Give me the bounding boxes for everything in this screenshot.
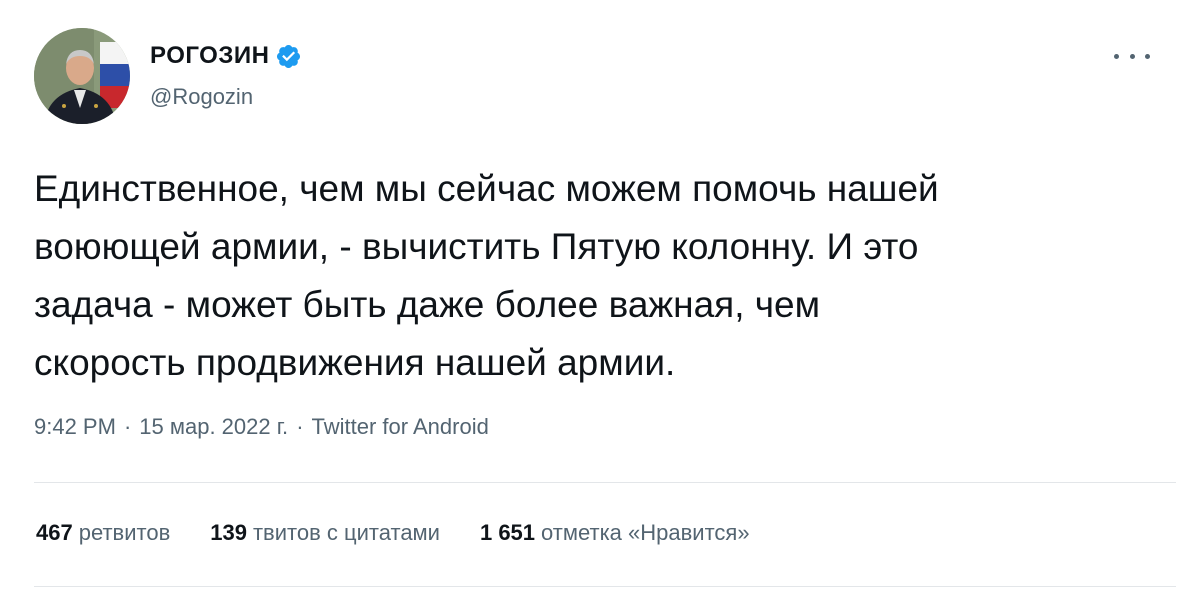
meta-separator: ·: [296, 414, 304, 439]
quotes-count: 139: [210, 520, 247, 545]
tweet-card: РОГОЗИН @Rogozin Единственное, чем мы се…: [0, 0, 1200, 606]
avatar-image: [34, 28, 130, 124]
tweet-meta: 9:42 PM · 15 мар. 2022 г. · Twitter for …: [34, 414, 489, 440]
likes-count: 1 651: [479, 520, 536, 545]
more-dot: [1145, 53, 1150, 59]
likes-stat[interactable]: 1 651 отметка «Нравится»: [480, 520, 750, 546]
tweet-date[interactable]: 15 мар. 2022 г.: [139, 414, 288, 440]
tweet-client[interactable]: Twitter for Android: [312, 414, 489, 440]
avatar[interactable]: [34, 28, 130, 124]
retweets-label: ретвитов: [78, 520, 171, 545]
author-name-text: РОГОЗИН: [150, 42, 270, 69]
meta-separator: ·: [123, 414, 132, 439]
likes-label: отметка «Нравится»: [541, 520, 750, 545]
more-dot: [1114, 53, 1119, 59]
quotes-stat[interactable]: 139 твитов с цитатами: [210, 520, 440, 546]
verified-badge-icon: [277, 44, 301, 68]
more-options-icon[interactable]: [1114, 44, 1150, 68]
retweets-count: 467: [36, 520, 73, 545]
divider: [34, 586, 1176, 587]
quotes-label: твитов с цитатами: [252, 520, 440, 545]
tweet-text: Единственное, чем мы сейчас можем помочь…: [34, 168, 939, 383]
more-dot: [1129, 53, 1135, 59]
author-name[interactable]: РОГОЗИН: [150, 42, 302, 70]
divider: [34, 482, 1176, 483]
tweet-time[interactable]: 9:42 PM: [34, 414, 116, 440]
tweet-stats: 467 ретвитов 139 твитов с цитатами 1 651 от…: [36, 520, 790, 546]
retweets-stat[interactable]: 467 ретвитов: [36, 520, 170, 546]
author-handle[interactable]: @Rogozin: [150, 84, 253, 110]
